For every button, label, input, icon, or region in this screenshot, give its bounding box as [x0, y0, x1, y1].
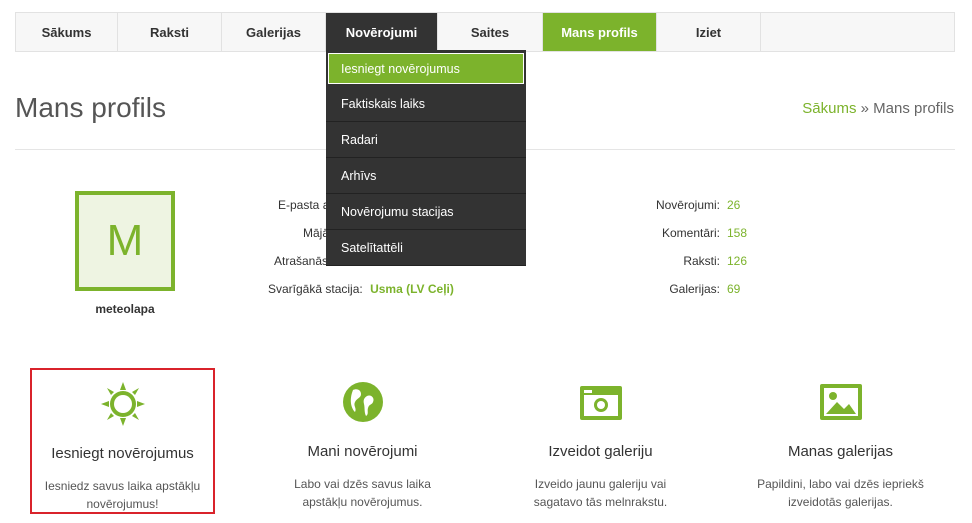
- dropdown-item-radari[interactable]: Radari: [326, 122, 526, 158]
- feature-izveidot-galeriju[interactable]: Izveidot galeriju Izveido jaunu galeriju…: [508, 368, 693, 514]
- page-title: Mans profils: [15, 92, 166, 123]
- breadcrumb: Sākums » Mans profils: [802, 100, 954, 117]
- station-label: Svarīgākā stacija:: [268, 282, 363, 296]
- location-label: Atrašanās: [274, 254, 329, 268]
- feature-manas-galerijas[interactable]: Manas galerijas Papildini, labo vai dzēs…: [748, 368, 933, 514]
- feature-title: Iesniegt novērojumus: [51, 445, 194, 462]
- station-value-link[interactable]: Usma (LV Ceļi): [370, 282, 454, 296]
- feature-description: Papildini, labo vai dzēs iepriekš izveid…: [757, 477, 924, 509]
- feature-title: Izveidot galeriju: [548, 443, 653, 460]
- dropdown-item-satelitattelii[interactable]: Satelītattēli: [326, 230, 526, 266]
- feature-iesniegt-novererojumus[interactable]: Iesniegt novērojumus Iesniedz savus laik…: [30, 368, 215, 514]
- nav-item-raksti[interactable]: Raksti: [118, 13, 222, 51]
- stat-label-komentari: Komentāri:: [661, 226, 720, 240]
- stat-value-raksti[interactable]: 126: [727, 254, 747, 268]
- stat-label-galerijas: Galerijas:: [669, 282, 720, 296]
- stat-value-komentari[interactable]: 158: [727, 226, 747, 240]
- dropdown-item-iesniegt[interactable]: Iesniegt novērojumus: [328, 53, 524, 84]
- avatar-letter: M: [106, 216, 144, 265]
- dropdown-item-faktiskais-laiks[interactable]: Faktiskais laiks: [326, 86, 526, 122]
- breadcrumb-current: Mans profils: [873, 100, 954, 117]
- station-row: Svarīgākā stacija: Usma (LV Ceļi): [268, 282, 454, 296]
- image-icon: [819, 384, 862, 420]
- username: meteolapa: [95, 302, 155, 316]
- stat-value-novererojumi[interactable]: 26: [727, 198, 740, 212]
- nav-item-noverojumi[interactable]: Novērojumi: [326, 13, 438, 51]
- globe-icon: [342, 382, 383, 422]
- nav-item-iziet[interactable]: Iziet: [657, 13, 761, 51]
- dropdown-item-stacijas[interactable]: Novērojumu stacijas: [326, 194, 526, 230]
- breadcrumb-home-link[interactable]: Sākums: [802, 100, 856, 117]
- stat-value-galerijas[interactable]: 69: [727, 282, 740, 296]
- nav-item-saites[interactable]: Saites: [438, 13, 543, 51]
- feature-title: Manas galerijas: [787, 443, 894, 460]
- main-nav: Sākums Raksti Galerijas Novērojumi Saite…: [15, 12, 955, 52]
- feature-description: Izveido jaunu galeriju vai sagatavo tās …: [533, 477, 668, 509]
- stat-label-raksti: Raksti:: [683, 254, 720, 268]
- avatar: M: [75, 191, 175, 291]
- feature-description: Labo vai dzēs savus laika apstākļu novēr…: [294, 477, 431, 509]
- nav-item-sakums[interactable]: Sākums: [16, 13, 118, 51]
- nav-item-galerijas[interactable]: Galerijas: [222, 13, 326, 51]
- breadcrumb-separator: »: [856, 100, 874, 117]
- dropdown-item-arhivs[interactable]: Arhīvs: [326, 158, 526, 194]
- feature-mani-novererojumi[interactable]: Mani novērojumi Labo vai dzēs savus laik…: [270, 368, 455, 514]
- stat-label-novererojumi: Novērojumi:: [655, 198, 720, 212]
- feature-title: Mani novērojumi: [307, 443, 418, 460]
- novererojumi-dropdown-menu: Iesniegt novērojumus Faktiskais laiks Ra…: [326, 50, 526, 266]
- camera-icon: [579, 386, 622, 420]
- email-label: E-pasta a: [278, 198, 330, 212]
- feature-description: Iesniedz savus laika apstākļu novērojumu…: [44, 479, 201, 511]
- sun-icon: [100, 382, 145, 426]
- nav-item-mans-profils[interactable]: Mans profils: [543, 13, 657, 51]
